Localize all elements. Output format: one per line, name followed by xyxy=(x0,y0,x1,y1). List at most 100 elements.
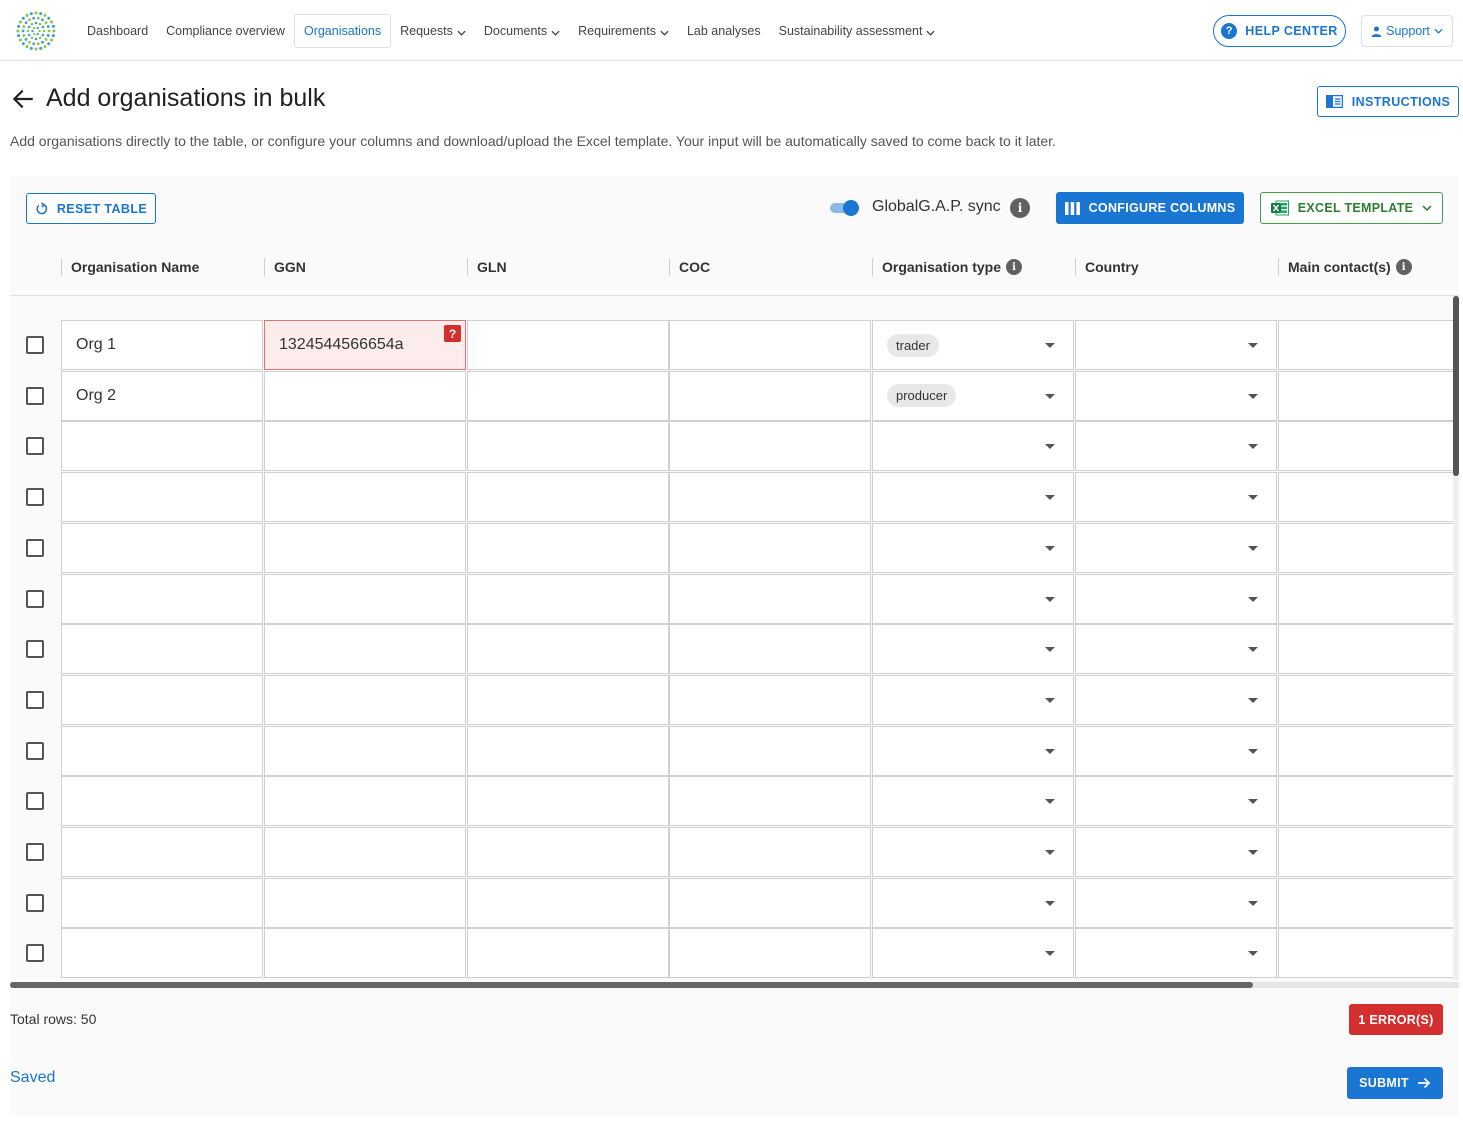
cell-coc[interactable] xyxy=(669,320,871,370)
nav-item-compliance-overview[interactable]: Compliance overview xyxy=(157,14,294,48)
cell-ggn[interactable] xyxy=(264,370,466,421)
dropdown-caret-icon[interactable] xyxy=(1045,393,1055,399)
cell-name[interactable] xyxy=(61,472,263,523)
cell-name[interactable] xyxy=(61,776,263,827)
cell-country[interactable] xyxy=(1075,674,1277,725)
cell-gln[interactable] xyxy=(467,370,669,421)
cell-coc[interactable] xyxy=(669,827,871,877)
cell-ggn[interactable] xyxy=(264,776,466,827)
cell-coc[interactable] xyxy=(669,573,871,624)
row-checkbox[interactable] xyxy=(26,589,44,608)
dropdown-caret-icon[interactable] xyxy=(1045,343,1055,348)
info-icon[interactable]: i xyxy=(1395,259,1412,275)
cell-ggn[interactable] xyxy=(264,827,466,877)
cell-contact[interactable] xyxy=(1278,320,1453,370)
cell-name[interactable] xyxy=(61,624,263,675)
cell-gln[interactable] xyxy=(467,725,669,776)
configure-columns-button[interactable]: CONFIGURE COLUMNS xyxy=(1056,192,1244,224)
row-checkbox[interactable] xyxy=(26,538,44,557)
dropdown-caret-icon[interactable] xyxy=(1248,444,1258,450)
cell-gln[interactable] xyxy=(467,320,669,370)
info-icon[interactable]: i xyxy=(1006,259,1023,275)
dropdown-caret-icon[interactable] xyxy=(1248,799,1258,805)
cell-country[interactable] xyxy=(1075,573,1277,624)
submit-button[interactable]: SUBMIT xyxy=(1347,1067,1443,1099)
cell-gln[interactable] xyxy=(467,928,669,979)
dropdown-caret-icon[interactable] xyxy=(1248,900,1258,906)
dropdown-caret-icon[interactable] xyxy=(1045,951,1055,957)
row-checkbox[interactable] xyxy=(26,893,44,912)
dropdown-caret-icon[interactable] xyxy=(1045,495,1055,501)
cell-country[interactable] xyxy=(1075,624,1277,675)
row-checkbox[interactable] xyxy=(26,944,44,963)
cell-ggn[interactable] xyxy=(264,522,466,573)
cell-name[interactable] xyxy=(61,928,263,979)
cell-ggn[interactable]: 1324544566654a? xyxy=(264,320,466,370)
cell-coc[interactable] xyxy=(669,674,871,725)
cell-contact[interactable] xyxy=(1278,928,1453,979)
cell-contact[interactable] xyxy=(1278,624,1453,675)
nav-item-documents[interactable]: Documents xyxy=(475,14,569,48)
help-center-button[interactable]: ? HELP CENTER xyxy=(1213,15,1346,47)
cell-name[interactable] xyxy=(61,421,263,472)
cell-gln[interactable] xyxy=(467,624,669,675)
cell-name[interactable]: Org 1 xyxy=(61,320,263,370)
dropdown-caret-icon[interactable] xyxy=(1248,495,1258,501)
row-checkbox[interactable] xyxy=(26,792,44,811)
cell-ggn[interactable] xyxy=(264,928,466,979)
cell-gln[interactable] xyxy=(467,827,669,877)
nav-item-sustainability-assessment[interactable]: Sustainability assessment xyxy=(770,14,945,48)
sync-info-icon[interactable]: i xyxy=(1010,198,1030,218)
cell-name[interactable] xyxy=(61,522,263,573)
dropdown-caret-icon[interactable] xyxy=(1045,900,1055,906)
dropdown-caret-icon[interactable] xyxy=(1045,799,1055,805)
cell-gln[interactable] xyxy=(467,776,669,827)
globalgap-sync-toggle[interactable] xyxy=(830,200,860,216)
cell-org-type[interactable] xyxy=(872,421,1074,472)
cell-contact[interactable] xyxy=(1278,421,1453,472)
cell-country[interactable] xyxy=(1075,522,1277,573)
cell-org-type[interactable] xyxy=(872,827,1074,877)
excel-template-button[interactable]: EXCEL TEMPLATE xyxy=(1260,192,1443,224)
cell-name[interactable] xyxy=(61,573,263,624)
row-checkbox[interactable] xyxy=(26,640,44,659)
cell-country[interactable] xyxy=(1075,928,1277,979)
cell-org-type[interactable]: producer xyxy=(872,370,1074,421)
cell-country[interactable] xyxy=(1075,725,1277,776)
cell-coc[interactable] xyxy=(669,522,871,573)
instructions-button[interactable]: INSTRUCTIONS xyxy=(1317,86,1459,117)
nav-item-lab-analyses[interactable]: Lab analyses xyxy=(678,14,770,48)
nav-item-requirements[interactable]: Requirements xyxy=(569,14,678,48)
cell-name[interactable] xyxy=(61,674,263,725)
cell-ggn[interactable] xyxy=(264,573,466,624)
dropdown-caret-icon[interactable] xyxy=(1248,951,1258,957)
dropdown-caret-icon[interactable] xyxy=(1045,697,1055,703)
cell-contact[interactable] xyxy=(1278,877,1453,928)
company-logo-icon[interactable] xyxy=(16,11,56,51)
cell-contact[interactable] xyxy=(1278,776,1453,827)
cell-ggn[interactable] xyxy=(264,472,466,523)
cell-org-type[interactable] xyxy=(872,928,1074,979)
horizontal-scrollbar[interactable] xyxy=(10,982,1459,988)
nav-item-organisations[interactable]: Organisations xyxy=(293,14,392,48)
back-arrow-icon[interactable] xyxy=(10,86,36,112)
cell-org-type[interactable] xyxy=(872,776,1074,827)
cell-coc[interactable] xyxy=(669,928,871,979)
row-checkbox[interactable] xyxy=(26,488,44,507)
cell-gln[interactable] xyxy=(467,877,669,928)
cell-org-type[interactable] xyxy=(872,522,1074,573)
cell-name[interactable] xyxy=(61,827,263,877)
cell-country[interactable] xyxy=(1075,370,1277,421)
cell-coc[interactable] xyxy=(669,877,871,928)
dropdown-caret-icon[interactable] xyxy=(1045,850,1055,855)
cell-gln[interactable] xyxy=(467,573,669,624)
dropdown-caret-icon[interactable] xyxy=(1045,748,1055,754)
cell-ggn[interactable] xyxy=(264,877,466,928)
cell-coc[interactable] xyxy=(669,472,871,523)
cell-org-type[interactable]: trader xyxy=(872,320,1074,370)
cell-coc[interactable] xyxy=(669,624,871,675)
cell-country[interactable] xyxy=(1075,320,1277,370)
dropdown-caret-icon[interactable] xyxy=(1045,444,1055,450)
dropdown-caret-icon[interactable] xyxy=(1248,850,1258,855)
row-checkbox[interactable] xyxy=(26,690,44,709)
